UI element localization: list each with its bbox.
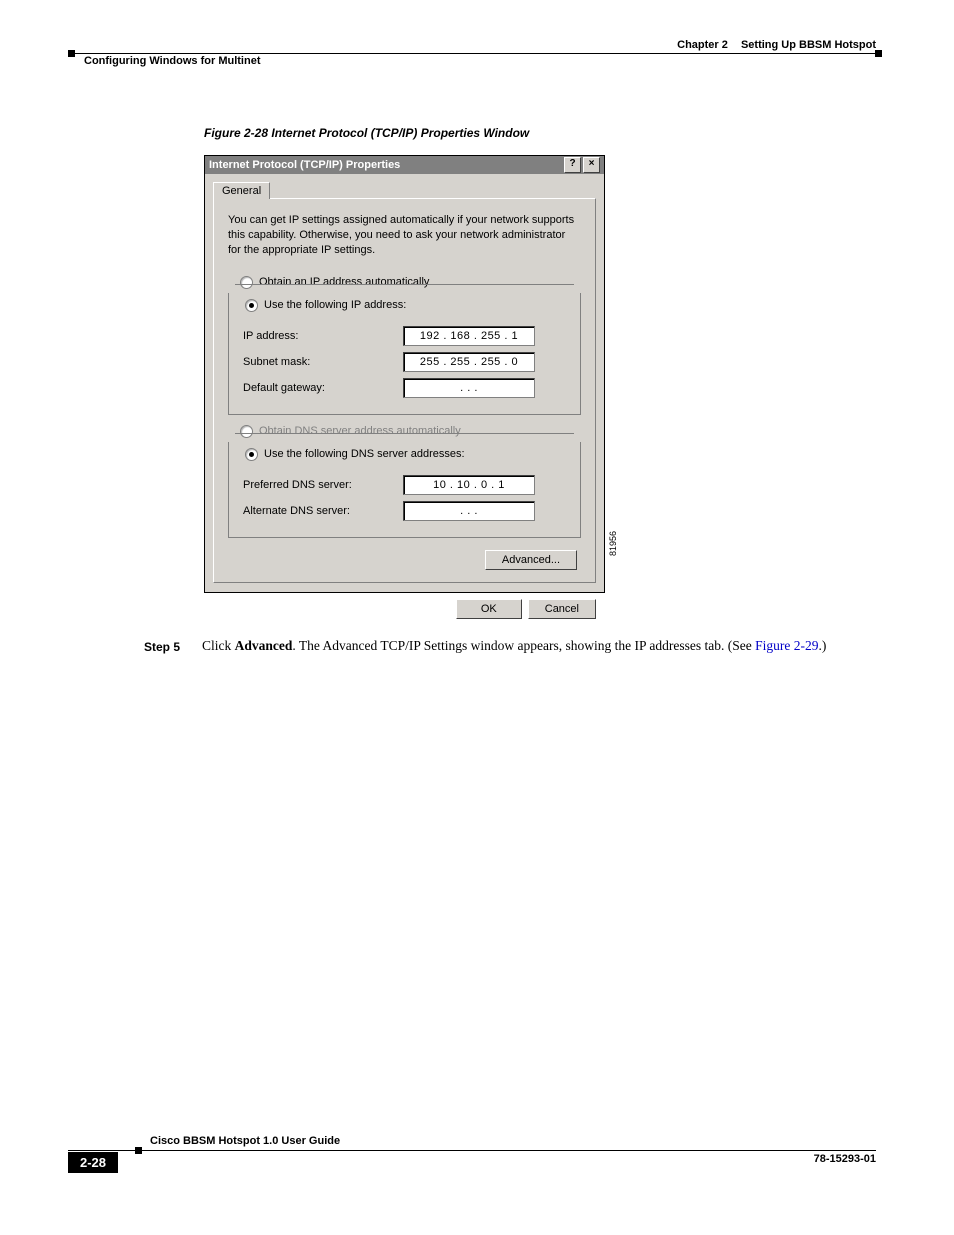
radio-icon	[245, 448, 258, 461]
radio-use-ip[interactable]: Use the following IP address:	[245, 299, 412, 312]
gateway-input[interactable]: . . .	[403, 378, 535, 398]
footer-doc-id: 78-15293-01	[814, 1153, 876, 1165]
group-use-dns: Use the following DNS server addresses: …	[228, 442, 581, 538]
field-alternate-dns: Alternate DNS server: . . .	[243, 501, 566, 521]
radio-use-dns[interactable]: Use the following DNS server addresses:	[245, 448, 471, 461]
group-border	[235, 433, 574, 434]
alternate-dns-label: Alternate DNS server:	[243, 505, 403, 517]
header-square-icon	[875, 50, 882, 57]
field-gateway: Default gateway: . . .	[243, 378, 566, 398]
cancel-button[interactable]: Cancel	[528, 599, 596, 619]
subnet-input[interactable]: 255 . 255 . 255 . 0	[403, 352, 535, 372]
radio-icon	[240, 425, 253, 438]
tab-general[interactable]: General	[213, 182, 270, 199]
field-ip-address: IP address: 192 . 168 . 255 . 1	[243, 326, 566, 346]
close-icon[interactable]: ×	[583, 157, 600, 173]
help-icon[interactable]: ?	[564, 157, 581, 173]
ok-button[interactable]: OK	[456, 599, 522, 619]
step-text: Click Advanced. The Advanced TCP/IP Sett…	[202, 636, 874, 656]
step-text-suffix: .)	[818, 638, 826, 653]
dialog-description: You can get IP settings assigned automat…	[228, 213, 581, 258]
radio-label: Obtain an IP address automatically	[259, 276, 429, 288]
tcpip-properties-dialog: Internet Protocol (TCP/IP) Properties ? …	[204, 155, 605, 593]
dialog-titlebar: Internet Protocol (TCP/IP) Properties ? …	[205, 156, 604, 174]
chapter-title: Setting Up BBSM Hotspot	[741, 39, 876, 51]
subnet-label: Subnet mask:	[243, 356, 403, 368]
advanced-row: Advanced...	[228, 550, 581, 570]
header-rule	[68, 53, 876, 54]
dialog-button-row: OK Cancel	[205, 591, 604, 627]
dialog-body: General You can get IP settings assigned…	[205, 174, 604, 591]
step-block: Step 5 Click Advanced. The Advanced TCP/…	[144, 636, 874, 656]
footer-rule	[68, 1150, 876, 1151]
group-border	[235, 284, 574, 285]
figure-link[interactable]: Figure 2-29	[755, 638, 818, 653]
radio-obtain-ip-auto[interactable]: Obtain an IP address automatically	[240, 276, 581, 289]
group-use-ip: Use the following IP address: IP address…	[228, 293, 581, 415]
radio-icon	[245, 299, 258, 312]
ip-address-input[interactable]: 192 . 168 . 255 . 1	[403, 326, 535, 346]
ip-address-label: IP address:	[243, 330, 403, 342]
chapter-label: Chapter 2	[677, 39, 728, 51]
preferred-dns-label: Preferred DNS server:	[243, 479, 403, 491]
step-text-mid: . The Advanced TCP/IP Settings window ap…	[292, 638, 755, 653]
page-header-right: Chapter 2 Setting Up BBSM Hotspot	[677, 39, 876, 51]
alternate-dns-input[interactable]: . . .	[403, 501, 535, 521]
field-subnet: Subnet mask: 255 . 255 . 255 . 0	[243, 352, 566, 372]
radio-label: Obtain DNS server address automatically	[259, 425, 461, 437]
dialog-title: Internet Protocol (TCP/IP) Properties	[209, 156, 400, 174]
step-label: Step 5	[144, 636, 202, 656]
page-number-badge: 2-28	[68, 1152, 118, 1173]
radio-obtain-dns-auto: Obtain DNS server address automatically	[240, 425, 581, 438]
field-preferred-dns: Preferred DNS server: 10 . 10 . 0 . 1	[243, 475, 566, 495]
section-title: Configuring Windows for Multinet	[84, 55, 260, 67]
radio-icon	[240, 276, 253, 289]
header-square-icon	[68, 50, 75, 57]
preferred-dns-input[interactable]: 10 . 10 . 0 . 1	[403, 475, 535, 495]
figure-caption: Figure 2-28 Internet Protocol (TCP/IP) P…	[204, 126, 529, 140]
titlebar-controls: ? ×	[564, 157, 600, 173]
footer-guide-title: Cisco BBSM Hotspot 1.0 User Guide	[150, 1135, 340, 1147]
figure-id-label: 81956	[608, 531, 618, 556]
tab-panel: You can get IP settings assigned automat…	[213, 198, 596, 583]
radio-label: Use the following DNS server addresses:	[264, 448, 465, 460]
step-action-word: Advanced	[235, 638, 293, 653]
radio-label: Use the following IP address:	[264, 299, 406, 311]
advanced-button[interactable]: Advanced...	[485, 550, 577, 570]
gateway-label: Default gateway:	[243, 382, 403, 394]
step-text-prefix: Click	[202, 638, 235, 653]
